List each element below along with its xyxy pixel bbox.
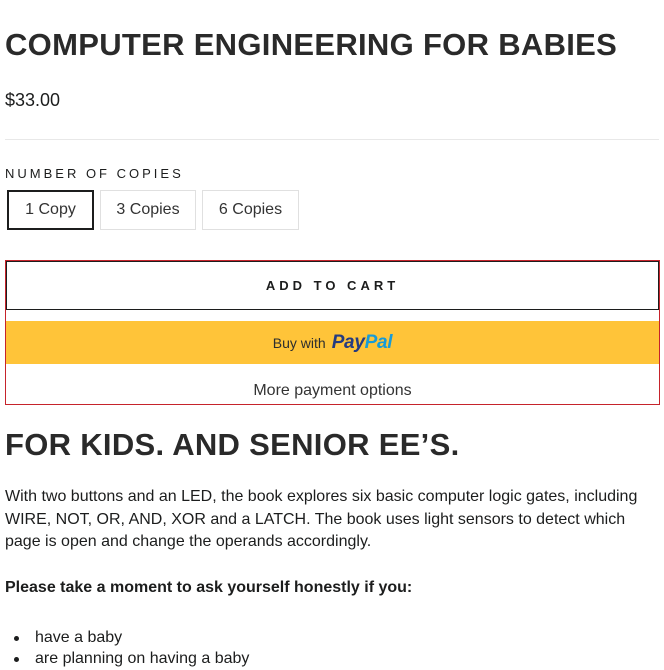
variant-selector: 1 Copy 3 Copies 6 Copies	[7, 190, 299, 230]
paypal-prefix-text: Buy with	[272, 334, 326, 351]
description-paragraph: With two buttons and an LED, the book ex…	[5, 488, 638, 550]
paypal-button[interactable]: Buy with PayPal	[6, 321, 659, 364]
product-title: COMPUTER ENGINEERING FOR BABIES	[5, 27, 618, 62]
variant-option-3-copies[interactable]: 3 Copies	[100, 190, 196, 230]
variant-label: NUMBER OF COPIES	[5, 166, 184, 181]
more-payment-options-link[interactable]: More payment options	[6, 382, 659, 400]
paypal-logo-pal: Pal	[364, 331, 393, 353]
paypal-logo-pay: Pay	[331, 331, 365, 353]
product-price: $33.00	[5, 90, 61, 110]
list-item: have a baby	[5, 628, 249, 649]
question-text: Please take a moment to ask yourself hon…	[5, 579, 413, 596]
list-item: are planning on having a baby	[5, 649, 249, 670]
payment-section: ADD TO CART Buy with PayPal More payment…	[5, 260, 660, 405]
variant-option-1-copy[interactable]: 1 Copy	[7, 190, 94, 230]
section-heading: FOR KIDS. AND SENIOR EE’S.	[5, 427, 460, 462]
add-to-cart-button[interactable]: ADD TO CART	[6, 261, 659, 310]
paypal-logo: PayPal	[332, 332, 393, 354]
variant-option-6-copies[interactable]: 6 Copies	[202, 190, 299, 230]
divider	[5, 139, 659, 140]
